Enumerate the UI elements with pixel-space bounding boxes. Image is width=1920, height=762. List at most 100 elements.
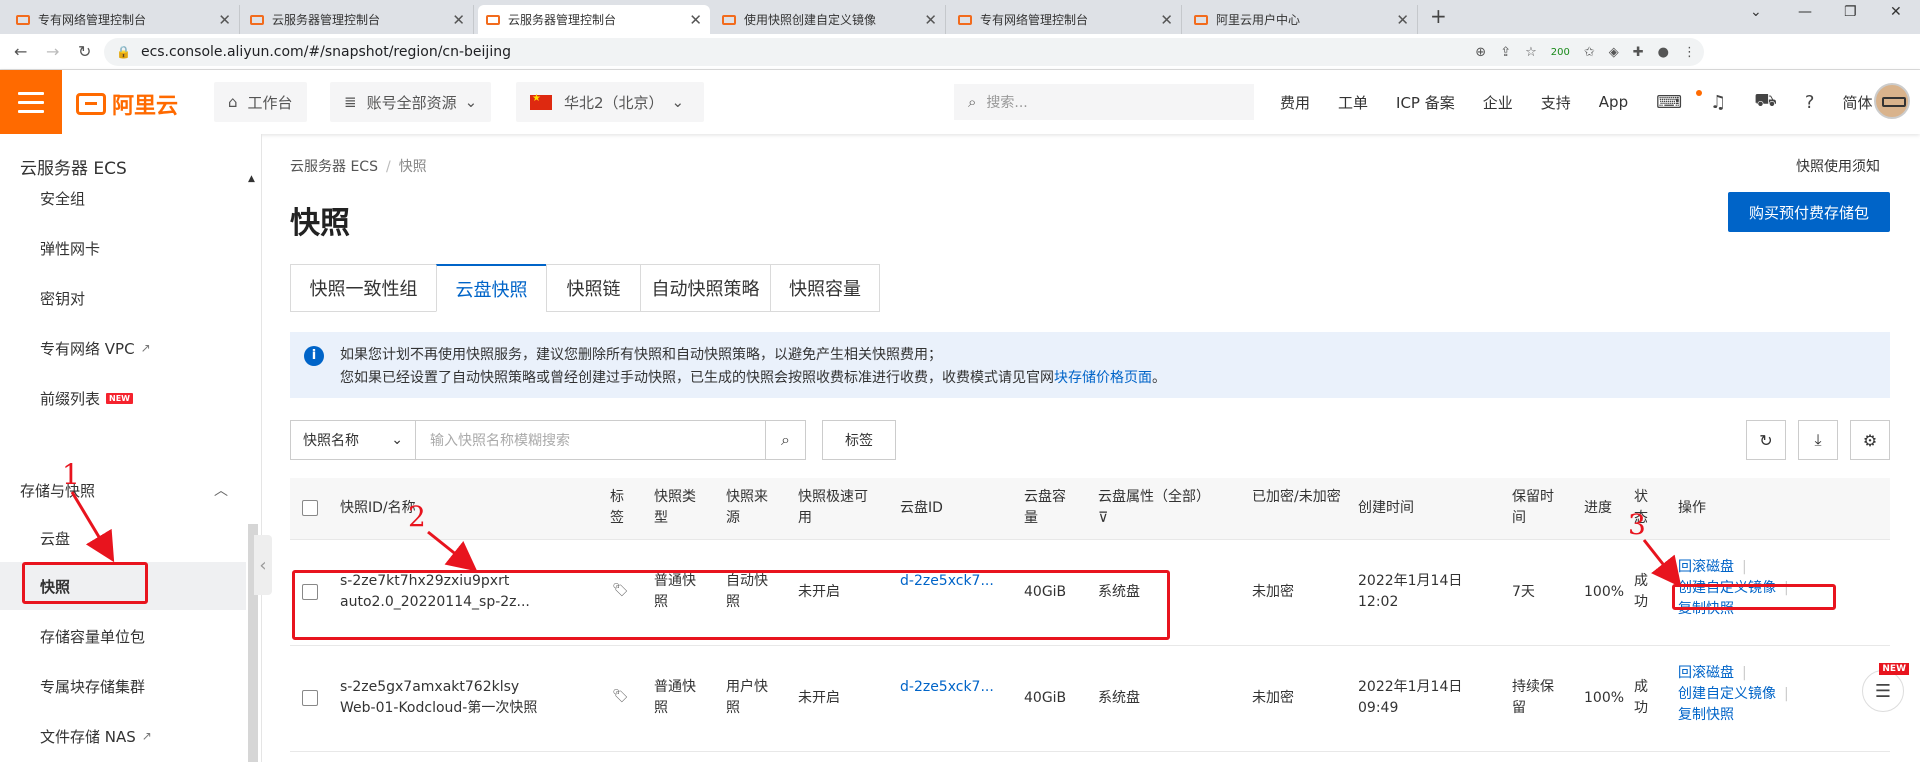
bookmark-star-icon[interactable]: ☆ bbox=[1525, 45, 1537, 60]
region-dropdown[interactable]: 华北2（北京）⌄ bbox=[516, 82, 704, 122]
minimize-icon[interactable]: — bbox=[1798, 4, 1812, 20]
rollback-disk-link[interactable]: 回滚磁盘 bbox=[1678, 665, 1734, 681]
close-tab-icon[interactable]: ✕ bbox=[924, 11, 937, 29]
extension-icon[interactable]: ◈ bbox=[1609, 45, 1619, 60]
url-field[interactable]: 🔒 ecs.console.aliyun.com/#/snapshot/regi… bbox=[104, 38, 1704, 66]
workbench-button[interactable]: ⌂ 工作台 bbox=[214, 82, 307, 122]
sidebar-item-dedicated-block[interactable]: 专属块存储集群 bbox=[0, 662, 246, 710]
sidebar-item-keypair[interactable]: 密钥对 bbox=[0, 274, 246, 322]
language-switch[interactable]: 简体 bbox=[1842, 92, 1872, 113]
buy-storage-package-button[interactable]: 购买预付费存储包 bbox=[1728, 192, 1890, 232]
search-field-select[interactable]: 快照名称 ⌄ bbox=[290, 420, 416, 460]
close-window-icon[interactable]: ✕ bbox=[1890, 4, 1902, 20]
sidebar-scrollbar[interactable]: ▲ bbox=[248, 174, 258, 762]
nav-link-tickets[interactable]: 工单 bbox=[1338, 92, 1368, 113]
menu-hamburger-icon[interactable] bbox=[0, 70, 62, 134]
new-tab-icon[interactable]: + bbox=[1430, 4, 1447, 28]
create-custom-image-link[interactable]: 创建自定义镜像 bbox=[1678, 686, 1776, 702]
browser-tab[interactable]: 专有网络管理控制台 ✕ bbox=[950, 5, 1182, 34]
back-icon[interactable]: ← bbox=[14, 42, 27, 61]
tab-disk-snapshot[interactable]: 云盘快照 bbox=[436, 264, 546, 312]
sidebar-item-vpc[interactable]: 专有网络 VPC ↗ bbox=[0, 324, 246, 372]
rollback-disk-link[interactable]: 回滚磁盘 bbox=[1678, 559, 1734, 575]
sidebar-item-prefix-list[interactable]: 前缀列表 NEW bbox=[0, 374, 246, 422]
nav-link-app[interactable]: App bbox=[1599, 93, 1628, 111]
browser-tab[interactable]: 云服务器管理控制台 ✕ bbox=[242, 5, 474, 34]
restore-icon[interactable]: ❐ bbox=[1844, 4, 1857, 20]
close-tab-icon[interactable]: ✕ bbox=[689, 11, 702, 29]
sidebar-item-storage-capacity[interactable]: 存储容量单位包 bbox=[0, 612, 246, 660]
sidebar-item-disk[interactable]: 云盘 bbox=[0, 514, 246, 562]
tab-consistency-group[interactable]: 快照一致性组 bbox=[290, 264, 436, 312]
tab-snapshot-chain[interactable]: 快照链 bbox=[546, 264, 640, 312]
tag-icon[interactable]: 🏷 bbox=[612, 686, 629, 707]
profile-icon[interactable]: ● bbox=[1658, 45, 1669, 60]
zoom-icon[interactable]: ⊕ bbox=[1475, 45, 1486, 60]
snapshot-search-input[interactable]: 输入快照名称模糊搜索 bbox=[416, 420, 766, 460]
header-type: 快照类型 bbox=[654, 489, 696, 526]
share-icon[interactable]: ⇪ bbox=[1500, 45, 1511, 60]
created-date: 2022年1月14日 bbox=[1358, 573, 1463, 589]
reload-icon[interactable]: ↻ bbox=[78, 42, 91, 61]
global-search-input[interactable]: ⌕ 搜索... bbox=[954, 84, 1254, 120]
menu-icon[interactable]: ⋮ bbox=[1683, 45, 1696, 60]
nav-link-fees[interactable]: 费用 bbox=[1280, 92, 1310, 113]
close-tab-icon[interactable]: ✕ bbox=[218, 11, 231, 29]
browser-tab[interactable]: 专有网络管理控制台 ✕ bbox=[8, 5, 240, 34]
sidebar-group-storage[interactable]: 存储与快照 ︿ bbox=[0, 466, 246, 514]
breadcrumb-ecs[interactable]: 云服务器 ECS bbox=[290, 159, 378, 175]
puzzle-icon[interactable]: ✚ bbox=[1633, 45, 1644, 60]
nav-link-icp[interactable]: ICP 备案 bbox=[1396, 92, 1455, 113]
feedback-float-button[interactable]: ☰ NEW bbox=[1862, 663, 1909, 712]
sidebar-item-nas[interactable]: 文件存储 NAS ↗ bbox=[0, 712, 246, 760]
search-icon: ⌕ bbox=[781, 430, 790, 449]
annotation-box-snapshot-row bbox=[292, 570, 1170, 640]
scroll-up-icon[interactable]: ▲ bbox=[248, 174, 255, 184]
close-tab-icon[interactable]: ✕ bbox=[1160, 11, 1173, 29]
favorites-icon[interactable]: ✩ bbox=[1584, 45, 1595, 60]
header-tag: 标签 bbox=[610, 489, 624, 526]
resources-dropdown[interactable]: ≣ 账号全部资源 ⌄ bbox=[330, 82, 492, 122]
browser-tab-bar: 专有网络管理控制台 ✕ 云服务器管理控制台 ✕ 云服务器管理控制台 ✕ 使用快照创建自… bbox=[0, 0, 1920, 34]
download-icon[interactable]: ⤓ bbox=[1798, 420, 1838, 460]
extension-badge[interactable]: 200 bbox=[1551, 47, 1570, 58]
refresh-icon[interactable]: ↻ bbox=[1746, 420, 1786, 460]
tag-filter-button[interactable]: 标签 bbox=[822, 420, 896, 460]
sidebar-item-eni[interactable]: 弹性网卡 bbox=[0, 224, 246, 272]
close-tab-icon[interactable]: ✕ bbox=[1396, 11, 1409, 29]
header-disk-attr[interactable]: 云盘属性（全部） ⊽ bbox=[1098, 487, 1228, 529]
settings-gear-icon[interactable]: ⚙ bbox=[1850, 420, 1890, 460]
filter-funnel-icon[interactable]: ⊽ bbox=[1098, 510, 1108, 526]
header-id: 快照ID/名称 bbox=[340, 500, 416, 516]
terminal-icon[interactable]: ⌨ bbox=[1656, 92, 1682, 113]
bell-icon[interactable]: ♫ bbox=[1696, 89, 1726, 113]
nav-link-support[interactable]: 支持 bbox=[1541, 92, 1571, 113]
disk-id-link[interactable]: d-2ze5xck7... bbox=[900, 677, 994, 698]
nav-link-enterprise[interactable]: 企业 bbox=[1483, 92, 1513, 113]
row-checkbox[interactable] bbox=[302, 690, 318, 706]
price-page-link[interactable]: 块存储价格页面 bbox=[1054, 370, 1152, 386]
browser-tab-active[interactable]: 云服务器管理控制台 ✕ bbox=[478, 5, 710, 34]
close-tab-icon[interactable]: ✕ bbox=[452, 11, 465, 29]
search-button[interactable]: ⌕ bbox=[766, 420, 806, 460]
browser-tab[interactable]: 阿里云用户中心 ✕ bbox=[1186, 5, 1418, 34]
snapshot-notice-link[interactable]: 快照使用须知 bbox=[1796, 156, 1880, 176]
select-all-checkbox[interactable] bbox=[302, 500, 318, 516]
tab-auto-policy[interactable]: 自动快照策略 bbox=[640, 264, 770, 312]
annotation-box-snapshot-menu bbox=[22, 562, 148, 604]
forward-icon[interactable]: → bbox=[46, 42, 59, 61]
browser-tab[interactable]: 使用快照创建自定义镜像 ✕ bbox=[714, 5, 946, 34]
tab-search-icon[interactable]: ⌄ bbox=[1750, 4, 1762, 20]
help-icon[interactable]: ? bbox=[1805, 92, 1815, 113]
avatar[interactable] bbox=[1874, 83, 1910, 119]
copy-snapshot-link[interactable]: 复制快照 bbox=[1678, 707, 1734, 723]
aliyun-logo[interactable]: 阿里云 bbox=[76, 88, 178, 120]
progress: 100% bbox=[1584, 690, 1625, 706]
tab-snapshot-capacity[interactable]: 快照容量 bbox=[770, 264, 880, 312]
external-link-icon: ↗ bbox=[140, 341, 151, 355]
sidebar-item-security-group[interactable]: 安全组 bbox=[0, 174, 246, 222]
annotation-number-3: 3 bbox=[1628, 508, 1646, 541]
cart-icon[interactable]: ⛟ bbox=[1754, 90, 1777, 114]
url-text: ecs.console.aliyun.com/#/snapshot/region… bbox=[140, 44, 511, 60]
filter-bar: 快照名称 ⌄ 输入快照名称模糊搜索 ⌕ 标签 bbox=[290, 420, 896, 460]
